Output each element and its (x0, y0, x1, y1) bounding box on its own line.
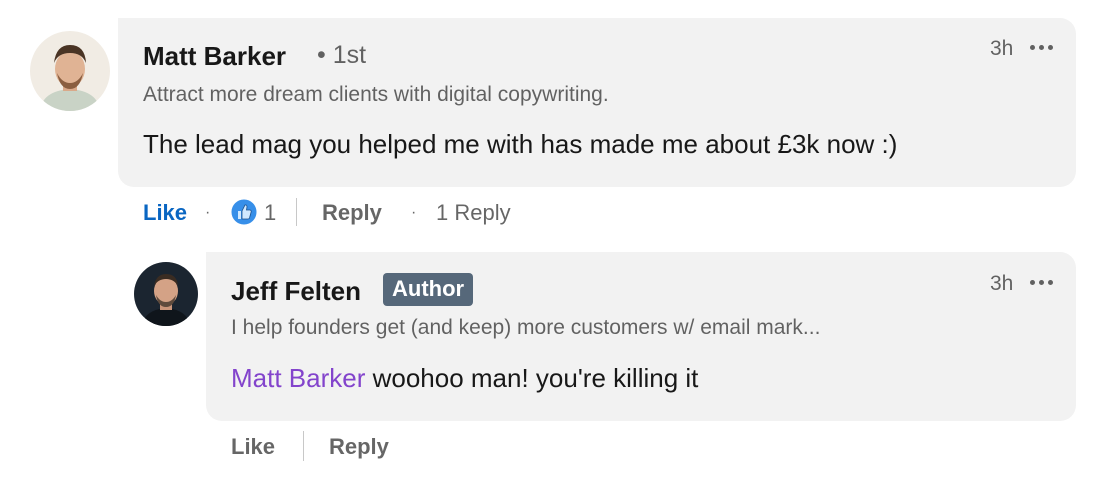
reply-text-content: woohoo man! you're killing it (365, 363, 699, 393)
divider (303, 431, 304, 461)
reply-text: Matt Barker woohoo man! you're killing i… (231, 363, 698, 394)
author-badge: Author (383, 273, 474, 306)
avatar-image-jeff (134, 262, 198, 326)
comment-text: The lead mag you helped me with has made… (143, 129, 898, 159)
comment-timestamp: 3h (990, 37, 1014, 60)
avatar[interactable] (30, 31, 110, 111)
ellipsis-icon[interactable] (1030, 43, 1056, 53)
thumbs-up-icon[interactable] (230, 198, 258, 226)
separator-dot: · (205, 204, 211, 221)
replies-count-link[interactable]: 1 Reply (436, 200, 511, 226)
avatar[interactable] (134, 262, 198, 326)
avatar-image-matt (30, 31, 110, 111)
separator-dot: · (411, 204, 417, 221)
comment-author-name[interactable]: Matt Barker (143, 41, 286, 72)
reply-author-name[interactable]: Jeff Felten (231, 276, 361, 307)
reply-button[interactable]: Reply (322, 200, 382, 226)
connection-degree: • 1st (317, 41, 367, 69)
reply-timestamp: 3h (990, 272, 1014, 295)
comment-thread: Matt Barker • 1st Attract more dream cli… (0, 0, 1108, 478)
reply-button[interactable]: Reply (329, 434, 389, 460)
reaction-count[interactable]: 1 (264, 200, 276, 226)
like-button[interactable]: Like (231, 434, 275, 460)
mention-link[interactable]: Matt Barker (231, 363, 365, 393)
comment-author-headline: Attract more dream clients with digital … (143, 83, 609, 106)
divider (296, 198, 297, 226)
ellipsis-icon[interactable] (1030, 278, 1056, 288)
reply-author-headline: I help founders get (and keep) more cust… (231, 316, 821, 339)
like-button[interactable]: Like (143, 200, 187, 226)
